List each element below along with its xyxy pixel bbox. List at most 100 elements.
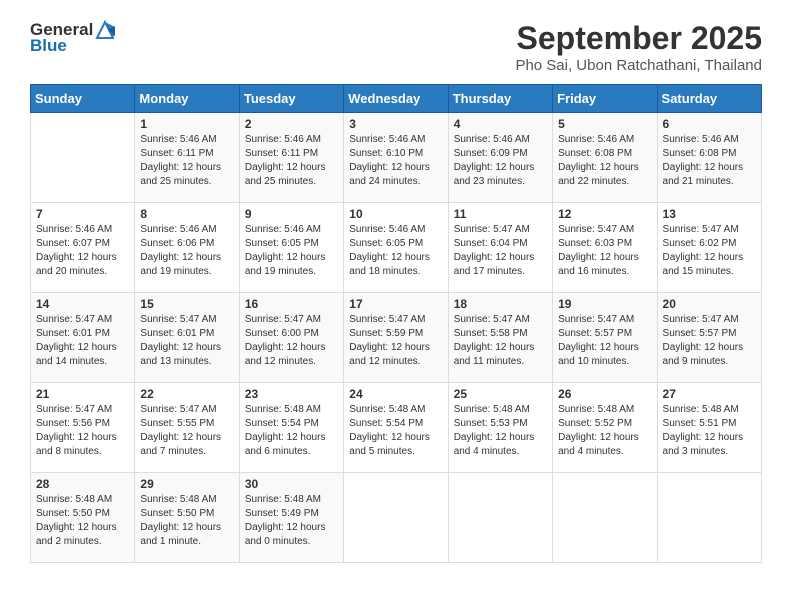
main-title: September 2025: [515, 20, 762, 57]
day-detail-2: Sunrise: 5:46 AM Sunset: 6:11 PM Dayligh…: [245, 133, 338, 189]
day-detail-18: Sunrise: 5:47 AM Sunset: 5:58 PM Dayligh…: [454, 313, 547, 369]
cell-w1-d2: 1 Sunrise: 5:46 AM Sunset: 6:11 PM Daylig…: [135, 113, 239, 203]
day-number-27: 27: [663, 387, 756, 401]
day-detail-10: Sunrise: 5:46 AM Sunset: 6:05 PM Dayligh…: [349, 223, 442, 279]
day-number-18: 18: [454, 297, 547, 311]
week-row-4: 21Sunrise: 5:47 AM Sunset: 5:56 PM Dayli…: [31, 383, 762, 473]
day-detail-17: Sunrise: 5:47 AM Sunset: 5:59 PM Dayligh…: [349, 313, 442, 369]
day-detail-12: Sunrise: 5:47 AM Sunset: 6:03 PM Dayligh…: [558, 223, 651, 279]
cell-w3-d5: 18 Sunrise: 5:47 AM Sunset: 5:58 PM Dayli…: [448, 293, 552, 383]
day-detail-4: Sunrise: 5:46 AM Sunset: 6:09 PM Dayligh…: [454, 133, 547, 189]
day-detail-8: Sunrise: 5:46 AM Sunset: 6:06 PM Dayligh…: [140, 223, 233, 279]
cell-w2-d2: 8 Sunrise: 5:46 AM Sunset: 6:06 PM Daylig…: [135, 203, 239, 293]
cell-w4-d7: 27 Sunrise: 5:48 AM Sunset: 5:51 PM Dayli…: [657, 383, 761, 473]
day-detail-28: Sunrise: 5:48 AM Sunset: 5:50 PM Dayligh…: [36, 493, 129, 549]
day-number-15: 15: [140, 297, 233, 311]
col-header-monday: Monday: [135, 85, 239, 113]
day-number-10: 10: [349, 207, 442, 221]
cell-w2-d3: 9 Sunrise: 5:46 AM Sunset: 6:05 PM Daylig…: [239, 203, 343, 293]
day-detail-27: Sunrise: 5:48 AM Sunset: 5:51 PM Dayligh…: [663, 403, 756, 459]
week-row-5: 28Sunrise: 5:48 AM Sunset: 5:50 PM Dayli…: [31, 473, 762, 563]
day-detail-9: Sunrise: 5:46 AM Sunset: 6:05 PM Dayligh…: [245, 223, 338, 279]
cell-w3-d7: 20 Sunrise: 5:47 AM Sunset: 5:57 PM Dayli…: [657, 293, 761, 383]
cell-w4-d4: 24 Sunrise: 5:48 AM Sunset: 5:54 PM Dayli…: [344, 383, 448, 473]
col-header-friday: Friday: [553, 85, 657, 113]
day-number-3: 3: [349, 117, 442, 131]
cell-w2-d4: 10 Sunrise: 5:46 AM Sunset: 6:05 PM Dayli…: [344, 203, 448, 293]
cell-w1-d4: 3 Sunrise: 5:46 AM Sunset: 6:10 PM Daylig…: [344, 113, 448, 203]
day-detail-5: Sunrise: 5:46 AM Sunset: 6:08 PM Dayligh…: [558, 133, 651, 189]
cell-w5-d5: [448, 473, 552, 563]
day-detail-6: Sunrise: 5:46 AM Sunset: 6:08 PM Dayligh…: [663, 133, 756, 189]
cell-w3-d3: 16 Sunrise: 5:47 AM Sunset: 6:00 PM Dayli…: [239, 293, 343, 383]
day-detail-14: Sunrise: 5:47 AM Sunset: 6:01 PM Dayligh…: [36, 313, 129, 369]
day-number-11: 11: [454, 207, 547, 221]
day-number-12: 12: [558, 207, 651, 221]
cell-w3-d1: 14 Sunrise: 5:47 AM Sunset: 6:01 PM Dayli…: [31, 293, 135, 383]
day-detail-23: Sunrise: 5:48 AM Sunset: 5:54 PM Dayligh…: [245, 403, 338, 459]
day-number-8: 8: [140, 207, 233, 221]
cell-w1-d6: 5 Sunrise: 5:46 AM Sunset: 6:08 PM Daylig…: [553, 113, 657, 203]
logo-arrow-icon: [95, 20, 115, 40]
day-number-6: 6: [663, 117, 756, 131]
header: General Blue September 2025 Pho Sai, Ubo…: [30, 20, 762, 74]
col-header-saturday: Saturday: [657, 85, 761, 113]
day-detail-24: Sunrise: 5:48 AM Sunset: 5:54 PM Dayligh…: [349, 403, 442, 459]
day-number-5: 5: [558, 117, 651, 131]
col-header-tuesday: Tuesday: [239, 85, 343, 113]
day-number-4: 4: [454, 117, 547, 131]
col-header-thursday: Thursday: [448, 85, 552, 113]
day-number-19: 19: [558, 297, 651, 311]
cell-w3-d6: 19 Sunrise: 5:47 AM Sunset: 5:57 PM Dayli…: [553, 293, 657, 383]
day-detail-26: Sunrise: 5:48 AM Sunset: 5:52 PM Dayligh…: [558, 403, 651, 459]
cell-w3-d2: 15 Sunrise: 5:47 AM Sunset: 6:01 PM Dayli…: [135, 293, 239, 383]
day-number-20: 20: [663, 297, 756, 311]
week-row-3: 14 Sunrise: 5:47 AM Sunset: 6:01 PM Dayli…: [31, 293, 762, 383]
logo-blue-text: Blue: [30, 36, 67, 56]
day-detail-15: Sunrise: 5:47 AM Sunset: 6:01 PM Dayligh…: [140, 313, 233, 369]
day-number-16: 16: [245, 297, 338, 311]
col-header-wednesday: Wednesday: [344, 85, 448, 113]
day-detail-20: Sunrise: 5:47 AM Sunset: 5:57 PM Dayligh…: [663, 313, 756, 369]
day-number-9: 9: [245, 207, 338, 221]
cell-w4-d5: 25Sunrise: 5:48 AM Sunset: 5:53 PM Dayli…: [448, 383, 552, 473]
day-detail-22: Sunrise: 5:47 AM Sunset: 5:55 PM Dayligh…: [140, 403, 233, 459]
day-number-14: 14: [36, 297, 129, 311]
cell-w1-d1: [31, 113, 135, 203]
day-detail-16: Sunrise: 5:47 AM Sunset: 6:00 PM Dayligh…: [245, 313, 338, 369]
day-number-13: 13: [663, 207, 756, 221]
day-detail-7: Sunrise: 5:46 AM Sunset: 6:07 PM Dayligh…: [36, 223, 129, 279]
day-number-29: 29: [140, 477, 233, 491]
cell-w2-d6: 12 Sunrise: 5:47 AM Sunset: 6:03 PM Dayli…: [553, 203, 657, 293]
logo: General Blue: [30, 20, 115, 56]
cell-w4-d3: 23 Sunrise: 5:48 AM Sunset: 5:54 PM Dayli…: [239, 383, 343, 473]
calendar-body: 1 Sunrise: 5:46 AM Sunset: 6:11 PM Daylig…: [31, 113, 762, 563]
cell-w5-d1: 28Sunrise: 5:48 AM Sunset: 5:50 PM Dayli…: [31, 473, 135, 563]
cell-w5-d2: 29Sunrise: 5:48 AM Sunset: 5:50 PM Dayli…: [135, 473, 239, 563]
cell-w5-d4: [344, 473, 448, 563]
calendar-table: SundayMondayTuesdayWednesdayThursdayFrid…: [30, 84, 762, 563]
day-detail-13: Sunrise: 5:47 AM Sunset: 6:02 PM Dayligh…: [663, 223, 756, 279]
day-detail-21: Sunrise: 5:47 AM Sunset: 5:56 PM Dayligh…: [36, 403, 129, 459]
cell-w5-d7: [657, 473, 761, 563]
col-header-sunday: Sunday: [31, 85, 135, 113]
day-number-1: 1: [140, 117, 233, 131]
cell-w4-d2: 22Sunrise: 5:47 AM Sunset: 5:55 PM Dayli…: [135, 383, 239, 473]
day-detail-1: Sunrise: 5:46 AM Sunset: 6:11 PM Dayligh…: [140, 133, 233, 189]
day-number-23: 23: [245, 387, 338, 401]
page: General Blue September 2025 Pho Sai, Ubo…: [0, 0, 792, 612]
cell-w5-d3: 30Sunrise: 5:48 AM Sunset: 5:49 PM Dayli…: [239, 473, 343, 563]
cell-w1-d5: 4 Sunrise: 5:46 AM Sunset: 6:09 PM Daylig…: [448, 113, 552, 203]
cell-w2-d5: 11 Sunrise: 5:47 AM Sunset: 6:04 PM Dayli…: [448, 203, 552, 293]
day-number-26: 26: [558, 387, 651, 401]
day-number-25: 25: [454, 387, 547, 401]
day-number-7: 7: [36, 207, 129, 221]
day-number-24: 24: [349, 387, 442, 401]
day-detail-19: Sunrise: 5:47 AM Sunset: 5:57 PM Dayligh…: [558, 313, 651, 369]
subtitle: Pho Sai, Ubon Ratchathani, Thailand: [515, 57, 762, 74]
day-detail-3: Sunrise: 5:46 AM Sunset: 6:10 PM Dayligh…: [349, 133, 442, 189]
cell-w4-d1: 21Sunrise: 5:47 AM Sunset: 5:56 PM Dayli…: [31, 383, 135, 473]
cell-w4-d6: 26 Sunrise: 5:48 AM Sunset: 5:52 PM Dayli…: [553, 383, 657, 473]
cell-w3-d4: 17Sunrise: 5:47 AM Sunset: 5:59 PM Dayli…: [344, 293, 448, 383]
day-detail-11: Sunrise: 5:47 AM Sunset: 6:04 PM Dayligh…: [454, 223, 547, 279]
